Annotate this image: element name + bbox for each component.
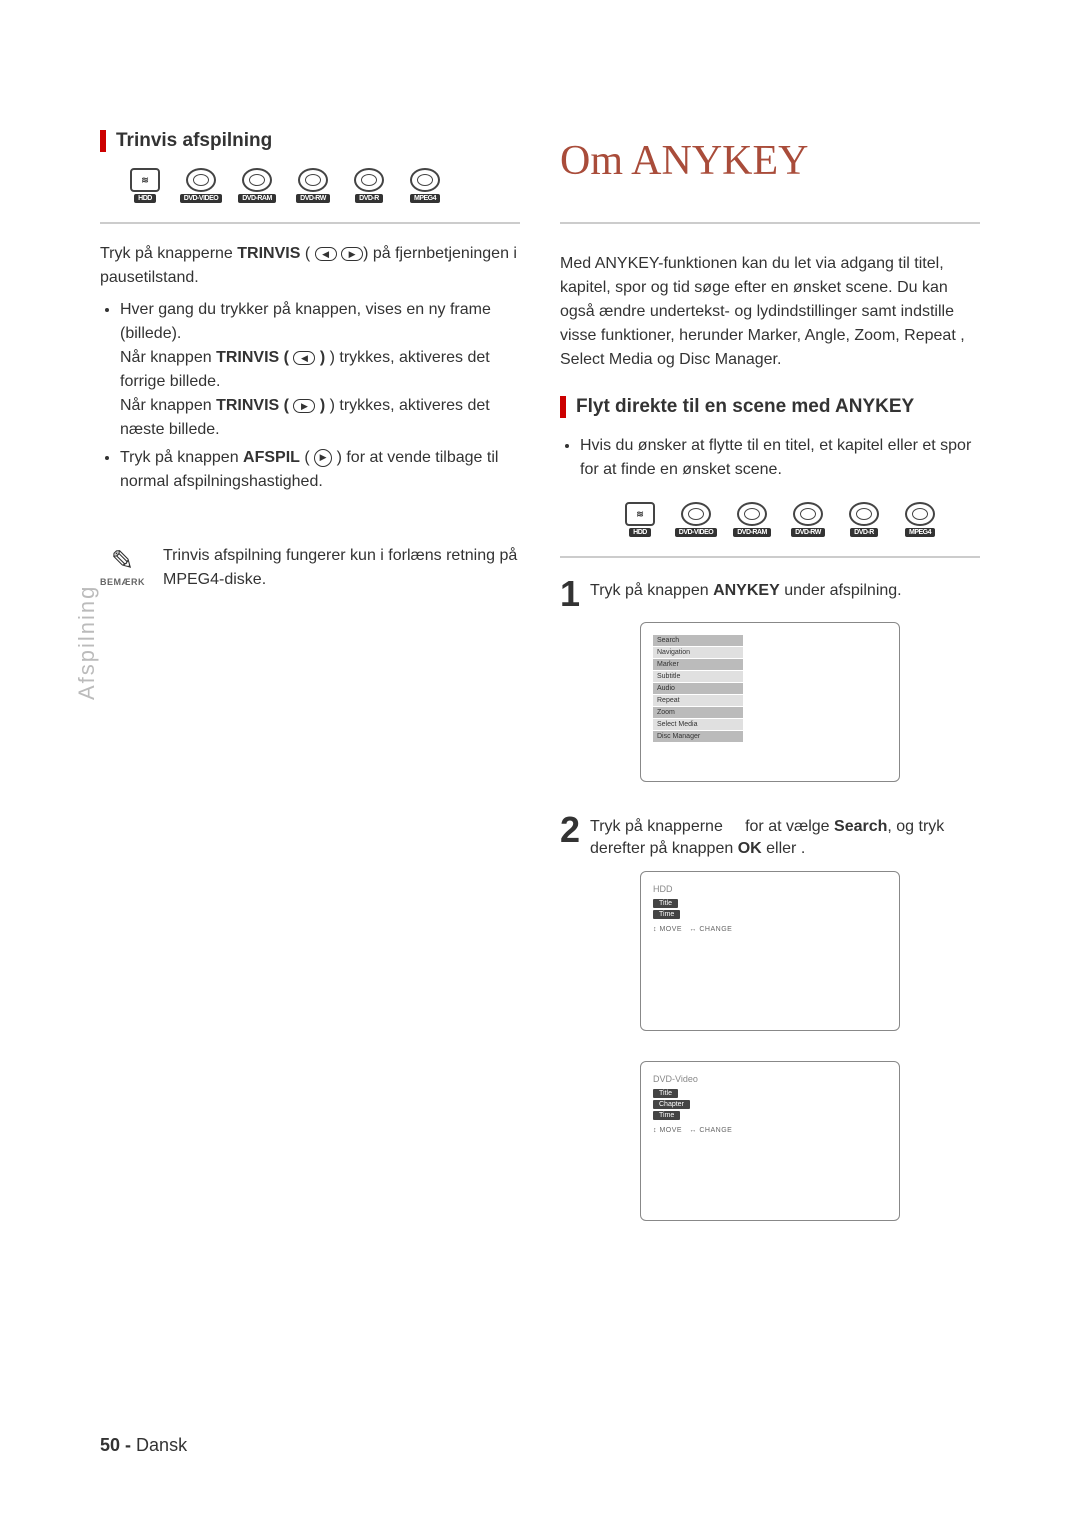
step-fwd-icon: ▶ — [293, 399, 315, 413]
accent-bar — [100, 130, 106, 152]
note-block: ✎ BEMÆRK Trinvis afspilning fungerer kun… — [100, 544, 520, 600]
hdd-icon: ≋HDD — [615, 502, 665, 542]
step-text: Tryk på knappen ANYKEY under afspilning. — [590, 576, 902, 612]
hdd-search-screenshot: HDD Title Time ↕ MOVE ↔ CHANGE — [640, 871, 900, 1031]
menu-item: Zoom — [653, 707, 743, 718]
list-item: Hvis du ønsker at flytte til en titel, e… — [580, 434, 980, 482]
hint-row: ↕ MOVE ↔ CHANGE — [653, 1127, 887, 1134]
note-label: BEMÆRK — [100, 577, 145, 587]
mpeg4-icon: MPEG4 — [895, 502, 945, 542]
step-number: 1 — [560, 576, 580, 612]
pill: Title — [653, 1089, 678, 1098]
note-icon: ✎ — [111, 544, 134, 577]
dvd-video-icon: DVD-VIDEO — [671, 502, 721, 542]
disc-icon-row: ≋HDD DVD-VIDEO DVD-RAM DVD-RW DVD-R MPEG… — [120, 168, 520, 208]
anykey-menu-list: Search Navigation Marker Subtitle Audio … — [653, 635, 743, 742]
step-2: 2 Tryk på knapperne for at vælge Search,… — [560, 812, 980, 861]
page-number: 50 - — [100, 1435, 131, 1455]
step-text: Tryk på knapperne for at vælge Search, o… — [590, 812, 980, 861]
note-text: Trinvis afspilning fungerer kun i forlæn… — [163, 544, 520, 592]
dvd-r-icon: DVD-R — [344, 168, 394, 208]
dvd-search-screenshot: DVD-Video Title Chapter Time ↕ MOVE ↔ CH… — [640, 1061, 900, 1221]
menu-item: Select Media — [653, 719, 743, 730]
menu-screenshot: Search Navigation Marker Subtitle Audio … — [640, 622, 900, 782]
disc-icon-row: ≋HDD DVD-VIDEO DVD-RAM DVD-RW DVD-R MPEG… — [580, 502, 980, 542]
play-icon: ▶ — [314, 449, 332, 467]
pill: Time — [653, 910, 680, 919]
anykey-title-box: Om ANYKEY — [560, 130, 980, 224]
menu-item: Search — [653, 635, 743, 646]
step-back-icon: ◀ — [315, 247, 337, 261]
section-header: Trinvis afspilning — [100, 130, 520, 152]
page-title: Om ANYKEY — [560, 140, 980, 182]
hint-row: ↕ MOVE ↔ CHANGE — [653, 926, 887, 933]
dvd-r-icon: DVD-R — [839, 502, 889, 542]
intro-text: Tryk på knapperne TRINVIS ( ◀ ▶) på fjer… — [100, 242, 520, 290]
dvd-rw-icon: DVD-RW — [288, 168, 338, 208]
hdd-icon: ≋HDD — [120, 168, 170, 208]
step-back-icon: ◀ — [293, 351, 315, 365]
mpeg4-icon: MPEG4 — [400, 168, 450, 208]
divider — [100, 222, 520, 224]
dvd-rw-icon: DVD-RW — [783, 502, 833, 542]
left-column: Trinvis afspilning ≋HDD DVD-VIDEO DVD-RA… — [100, 130, 520, 1251]
side-section-label: Afspilning — [74, 585, 100, 700]
screen-label: HDD — [653, 884, 887, 894]
step-number: 2 — [560, 812, 580, 861]
section-title: Trinvis afspilning — [116, 130, 272, 152]
section-header: Flyt direkte til en scene med ANYKEY — [560, 396, 980, 418]
menu-item: Subtitle — [653, 671, 743, 682]
menu-item: Repeat — [653, 695, 743, 706]
menu-item: Audio — [653, 683, 743, 694]
right-column: Om ANYKEY Med ANYKEY-funktionen kan du l… — [560, 130, 980, 1251]
menu-item: Disc Manager — [653, 731, 743, 742]
dvd-ram-icon: DVD-RAM — [727, 502, 777, 542]
language-label: Dansk — [136, 1435, 187, 1455]
accent-bar — [560, 396, 566, 418]
pill: Time — [653, 1111, 680, 1120]
page-content: Trinvis afspilning ≋HDD DVD-VIDEO DVD-RA… — [0, 0, 1080, 1311]
section-title: Flyt direkte til en scene med ANYKEY — [576, 396, 914, 418]
dvd-ram-icon: DVD-RAM — [232, 168, 282, 208]
sub-bullets: Hvis du ønsker at flytte til en titel, e… — [560, 434, 980, 482]
list-item: Tryk på knappen AFSPIL ( ▶ ) for at vend… — [120, 446, 520, 494]
screen-label: DVD-Video — [653, 1074, 887, 1084]
step-1: 1 Tryk på knappen ANYKEY under afspilnin… — [560, 576, 980, 612]
pill: Chapter — [653, 1100, 690, 1109]
bullet-list: Hver gang du trykker på knappen, vises e… — [100, 298, 520, 494]
dvd-video-icon: DVD-VIDEO — [176, 168, 226, 208]
step-fwd-icon: ▶ — [341, 247, 363, 261]
menu-item: Navigation — [653, 647, 743, 658]
anykey-intro: Med ANYKEY-funktionen kan du let via adg… — [560, 252, 980, 372]
divider — [560, 556, 980, 558]
pill: Title — [653, 899, 678, 908]
page-footer: 50 - Dansk — [100, 1435, 187, 1456]
list-item: Hver gang du trykker på knappen, vises e… — [120, 298, 520, 442]
menu-item: Marker — [653, 659, 743, 670]
note-icon-box: ✎ BEMÆRK — [100, 544, 145, 587]
